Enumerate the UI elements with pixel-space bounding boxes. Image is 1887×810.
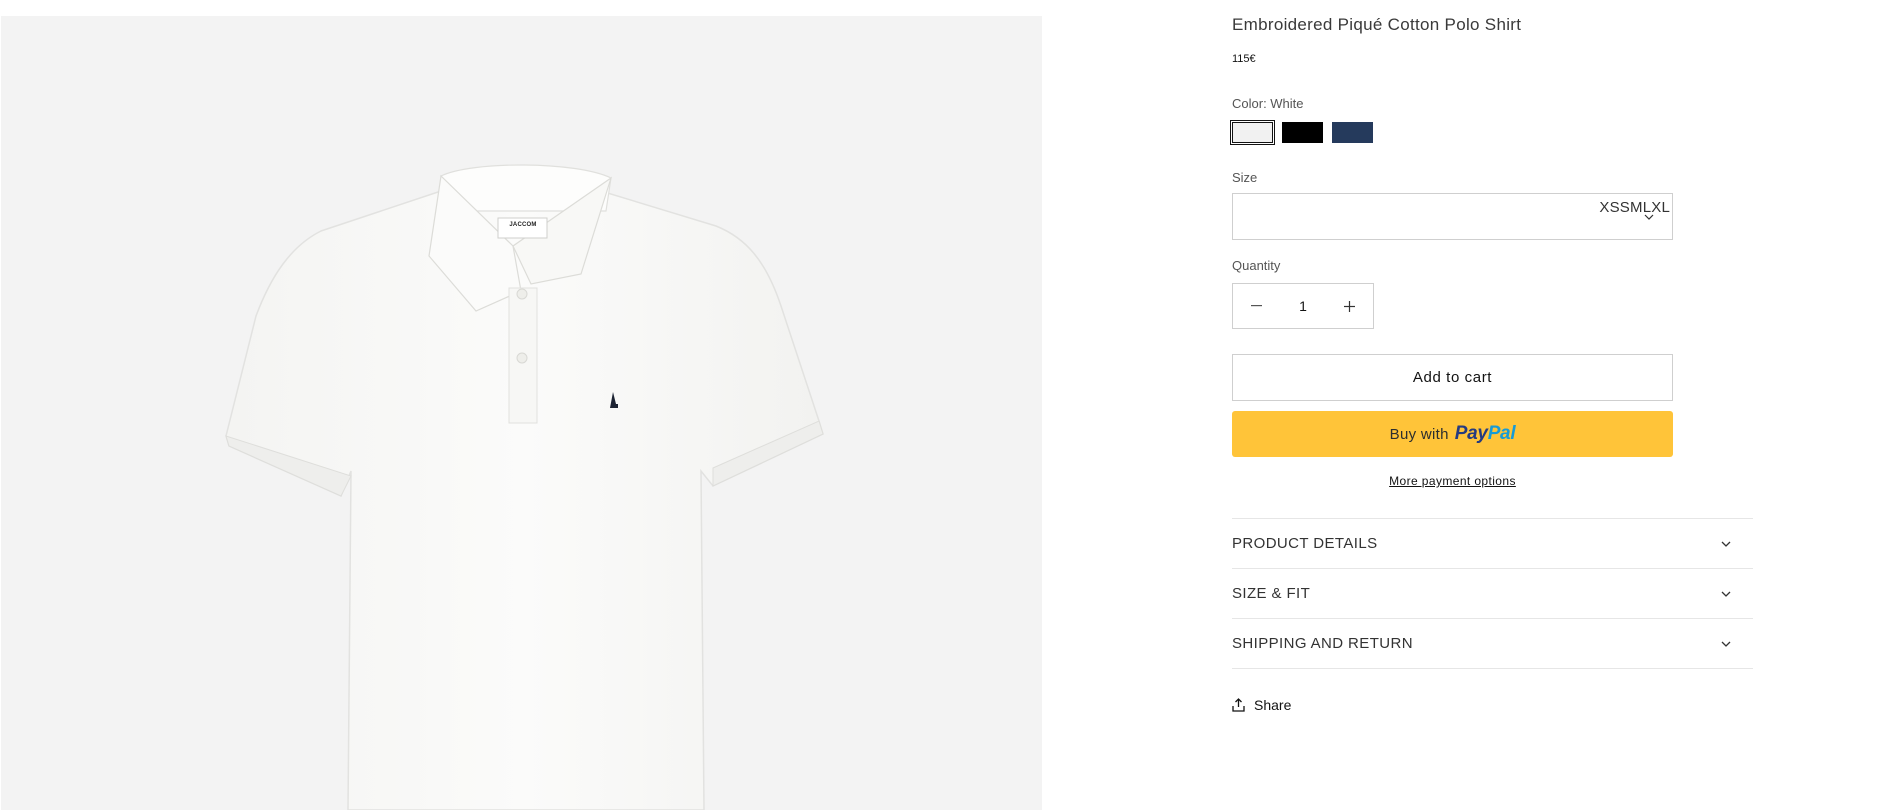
- minus-icon: [1250, 305, 1262, 307]
- chevron-down-icon: [1644, 214, 1654, 220]
- size-options: XSSMLXL: [1599, 199, 1670, 216]
- add-to-cart-button[interactable]: Add to cart: [1232, 354, 1673, 401]
- quantity-decrease-button[interactable]: [1233, 284, 1279, 328]
- accordion-shipping-return[interactable]: SHIPPING AND RETURN: [1232, 619, 1753, 669]
- plus-icon: [1344, 300, 1356, 312]
- quantity-stepper: 1: [1232, 283, 1374, 329]
- color-swatches: [1230, 120, 1373, 145]
- swatch-white[interactable]: [1230, 120, 1275, 145]
- chevron-down-icon: [1721, 591, 1731, 597]
- share-icon: [1232, 698, 1245, 712]
- color-label: Color: White: [1232, 96, 1304, 111]
- paypal-button[interactable]: Buy with PayPal: [1232, 411, 1673, 457]
- accordion-title: PRODUCT DETAILS: [1232, 535, 1378, 552]
- share-label: Share: [1254, 697, 1292, 713]
- share-button[interactable]: Share: [1232, 697, 1291, 713]
- product-title: Embroidered Piqué Cotton Polo Shirt: [1232, 15, 1522, 34]
- quantity-increase-button[interactable]: [1327, 284, 1373, 328]
- size-label: Size: [1232, 170, 1258, 185]
- quantity-label: Quantity: [1232, 258, 1281, 273]
- product-image[interactable]: JACCOM: [1, 16, 1042, 810]
- polo-shirt-image: [225, 164, 824, 810]
- chevron-down-icon: [1721, 541, 1731, 547]
- swatch-navy[interactable]: [1332, 122, 1373, 143]
- size-select[interactable]: XSSMLXL: [1232, 193, 1673, 240]
- accordion-title: SIZE & FIT: [1232, 585, 1311, 602]
- quantity-input[interactable]: 1: [1299, 298, 1307, 314]
- shirt-brand-label: JACCOM: [509, 222, 537, 228]
- product-price: 115€: [1232, 53, 1256, 65]
- paypal-logo: PayPal: [1454, 423, 1516, 444]
- more-payment-options-link[interactable]: More payment options: [1232, 474, 1673, 488]
- product-accordion: PRODUCT DETAILS SIZE & FIT SHIPPING AND …: [1232, 518, 1753, 669]
- swatch-black[interactable]: [1282, 122, 1323, 143]
- accordion-size-fit[interactable]: SIZE & FIT: [1232, 569, 1753, 619]
- chevron-down-icon: [1721, 641, 1731, 647]
- paypal-buy-with-text: Buy with: [1389, 425, 1449, 443]
- accordion-product-details[interactable]: PRODUCT DETAILS: [1232, 519, 1753, 569]
- accordion-title: SHIPPING AND RETURN: [1232, 635, 1413, 652]
